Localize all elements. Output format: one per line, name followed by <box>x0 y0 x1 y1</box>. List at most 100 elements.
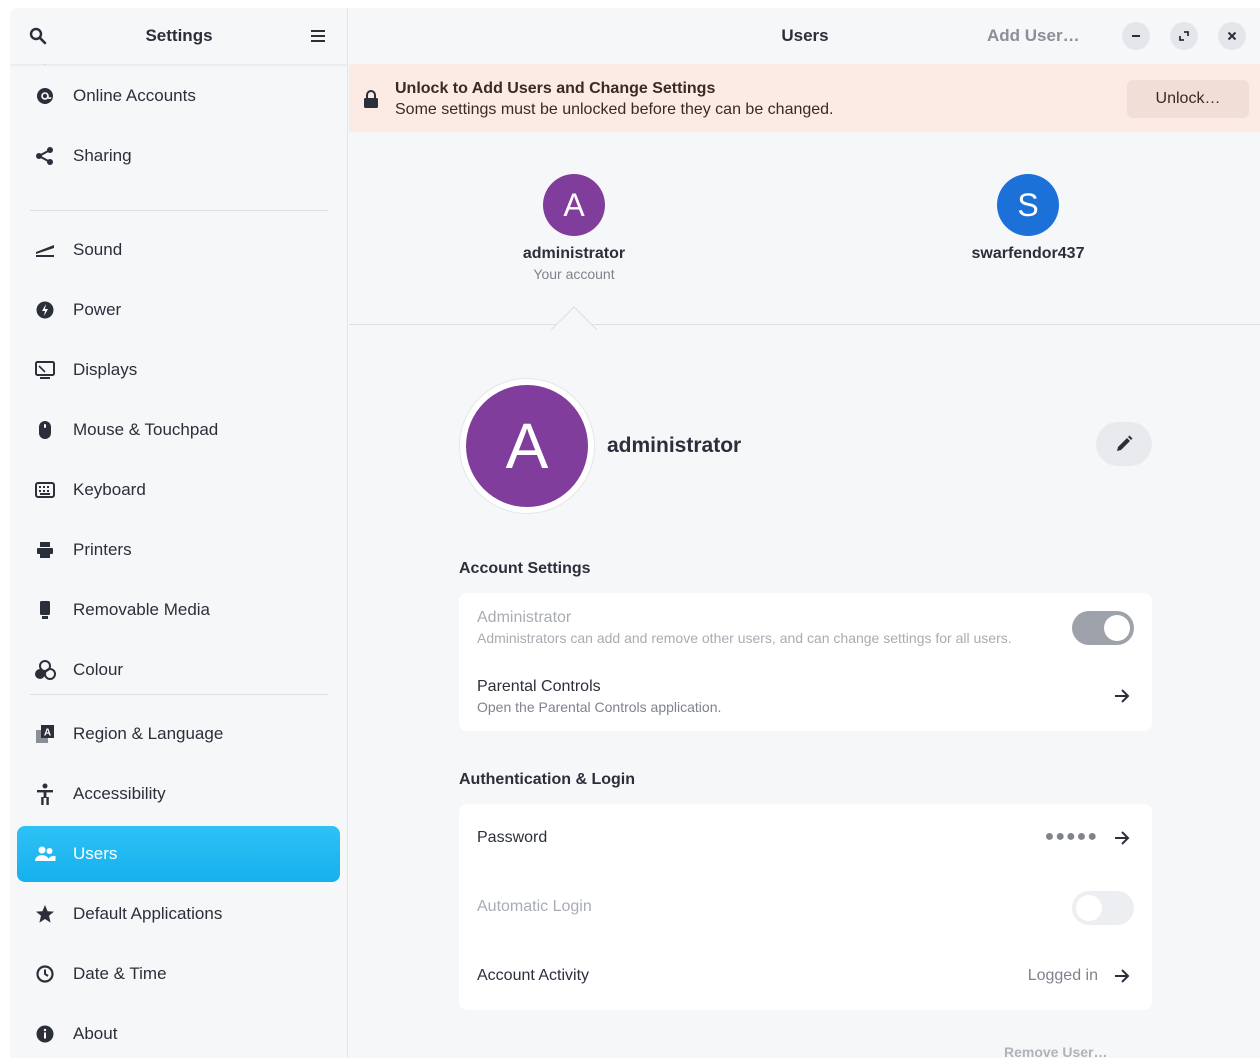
remove-user-button[interactable]: Remove User… <box>1004 1044 1108 1058</box>
sidebar-item-users[interactable]: Users <box>17 826 340 882</box>
sidebar-item-label: Power <box>73 300 122 319</box>
close-icon <box>1227 31 1237 41</box>
region-icon: A <box>17 706 73 762</box>
row-title: Account Activity <box>477 967 590 984</box>
automatic-login-row: Automatic Login <box>459 873 1152 942</box>
sidebar-item-mouse[interactable]: Mouse & Touchpad <box>17 402 340 458</box>
settings-window: Settings Online Accounts Sharing Sound P… <box>10 8 1260 1058</box>
sidebar-item-displays[interactable]: Displays <box>17 342 340 398</box>
password-row[interactable]: Password ●●●●● <box>459 804 1152 873</box>
main-panel: Users Add User… Unlock to Add Users and … <box>349 8 1260 1058</box>
row-title: Administrator <box>477 609 572 626</box>
user-name: administrator <box>522 245 626 262</box>
sidebar-item-accessibility[interactable]: Accessibility <box>17 766 340 822</box>
user-fullname: administrator <box>607 434 742 457</box>
row-title: Parental Controls <box>477 678 601 695</box>
user-avatar-button[interactable]: A <box>459 378 595 514</box>
sidebar-item-about[interactable]: About <box>17 1006 340 1058</box>
mouse-icon <box>17 402 73 458</box>
sidebar-item-keyboard[interactable]: Keyboard <box>17 462 340 518</box>
sidebar-item-sound[interactable]: Sound <box>17 222 340 278</box>
main-header: Users Add User… <box>349 8 1260 64</box>
sidebar-item-label: Default Applications <box>73 904 223 923</box>
sidebar-item-label: Online Accounts <box>73 86 196 105</box>
minimize-button[interactable] <box>1122 22 1150 50</box>
keyboard-icon <box>17 462 73 518</box>
arrow-right-icon <box>1112 966 1132 986</box>
user-name: swarfendor437 <box>971 245 1085 262</box>
sidebar-item-label: Displays <box>73 360 138 379</box>
sidebar-item-label: Region & Language <box>73 724 224 743</box>
row-title: Password <box>477 829 548 846</box>
maximize-button[interactable] <box>1170 22 1198 50</box>
sidebar-item-label: Date & Time <box>73 964 167 983</box>
svg-text:A: A <box>44 728 51 739</box>
sidebar: Settings Online Accounts Sharing Sound P… <box>10 8 348 1058</box>
sidebar-item-label: Printers <box>73 540 132 559</box>
user-subtitle: Your account <box>533 266 615 282</box>
sidebar-item-removable-media[interactable]: Removable Media <box>17 582 340 638</box>
avatar: S <box>997 174 1059 236</box>
account-activity-row[interactable]: Account Activity Logged in <box>459 942 1152 1010</box>
account-activity-value: Logged in <box>1027 967 1098 984</box>
sidebar-item-default-apps[interactable]: Default Applications <box>17 886 340 942</box>
minimize-icon <box>1132 35 1140 37</box>
add-user-button[interactable]: Add User… <box>987 26 1080 46</box>
edit-name-button[interactable] <box>1096 422 1152 466</box>
sidebar-item-sharing[interactable]: Sharing <box>17 128 340 184</box>
sidebar-item-label: Mouse & Touchpad <box>73 420 219 439</box>
row-subtitle: Open the Parental Controls application. <box>477 699 722 715</box>
display-icon <box>17 342 73 398</box>
authentication-card: Password ●●●●● Automatic Login Account A… <box>459 804 1152 1010</box>
hamburger-menu-icon <box>311 30 325 42</box>
users-icon <box>17 826 73 882</box>
administrator-row: Administrator Administrators can add and… <box>459 593 1152 662</box>
section-title-authentication: Authentication & Login <box>459 771 635 788</box>
arrow-right-icon <box>1112 686 1132 706</box>
parental-controls-row[interactable]: Parental Controls Open the Parental Cont… <box>459 662 1152 731</box>
administrator-toggle[interactable] <box>1072 611 1134 645</box>
user-carousel: A administrator Your account S swarfendo… <box>349 132 1260 330</box>
pencil-icon <box>1117 435 1133 451</box>
printer-icon <box>17 522 73 578</box>
accessibility-icon <box>17 766 73 822</box>
close-button[interactable] <box>1218 22 1246 50</box>
sidebar-item-label: Sound <box>73 240 123 259</box>
sidebar-item-label: Colour <box>73 660 124 679</box>
row-subtitle: Administrators can add and remove other … <box>477 630 1012 646</box>
sidebar-separator <box>30 210 328 211</box>
password-mask: ●●●●● <box>1044 828 1098 845</box>
row-title: Automatic Login <box>477 898 592 915</box>
sidebar-item-power[interactable]: Power <box>17 282 340 338</box>
sidebar-item-online-accounts[interactable]: Online Accounts <box>17 68 340 124</box>
user-card-administrator[interactable]: A administrator Your account <box>484 174 664 282</box>
clock-icon <box>17 946 73 1002</box>
sidebar-item-date-time[interactable]: Date & Time <box>17 946 340 1002</box>
sidebar-item-region[interactable]: A Region & Language <box>17 706 340 762</box>
arrow-right-icon <box>1112 828 1132 848</box>
automatic-login-toggle[interactable] <box>1072 891 1134 925</box>
colour-icon <box>17 642 73 698</box>
usb-drive-icon <box>17 582 73 638</box>
star-icon <box>17 886 73 942</box>
unlock-banner: Unlock to Add Users and Change Settings … <box>349 64 1260 132</box>
sidebar-item-label: Users <box>73 844 118 863</box>
sidebar-separator <box>30 694 328 695</box>
banner-title: Unlock to Add Users and Change Settings <box>395 80 716 97</box>
info-icon <box>17 1006 73 1058</box>
sidebar-title: Settings <box>145 26 213 45</box>
at-sign-icon <box>17 68 73 124</box>
sidebar-header: Settings <box>10 8 347 64</box>
sidebar-item-colour[interactable]: Colour <box>17 642 340 698</box>
sidebar-item-label: Keyboard <box>73 480 146 499</box>
avatar: A <box>543 174 605 236</box>
sidebar-item-label: About <box>73 1024 118 1043</box>
maximize-icon <box>1179 31 1189 41</box>
menu-button[interactable] <box>304 22 332 50</box>
banner-subtitle: Some settings must be unlocked before th… <box>395 101 834 118</box>
user-details: A administrator Account Settings Adminis… <box>349 326 1260 1058</box>
lock-icon <box>364 90 378 108</box>
sidebar-item-printers[interactable]: Printers <box>17 522 340 578</box>
user-card-swarfendor437[interactable]: S swarfendor437 <box>938 174 1118 263</box>
unlock-button[interactable]: Unlock… <box>1127 80 1249 118</box>
